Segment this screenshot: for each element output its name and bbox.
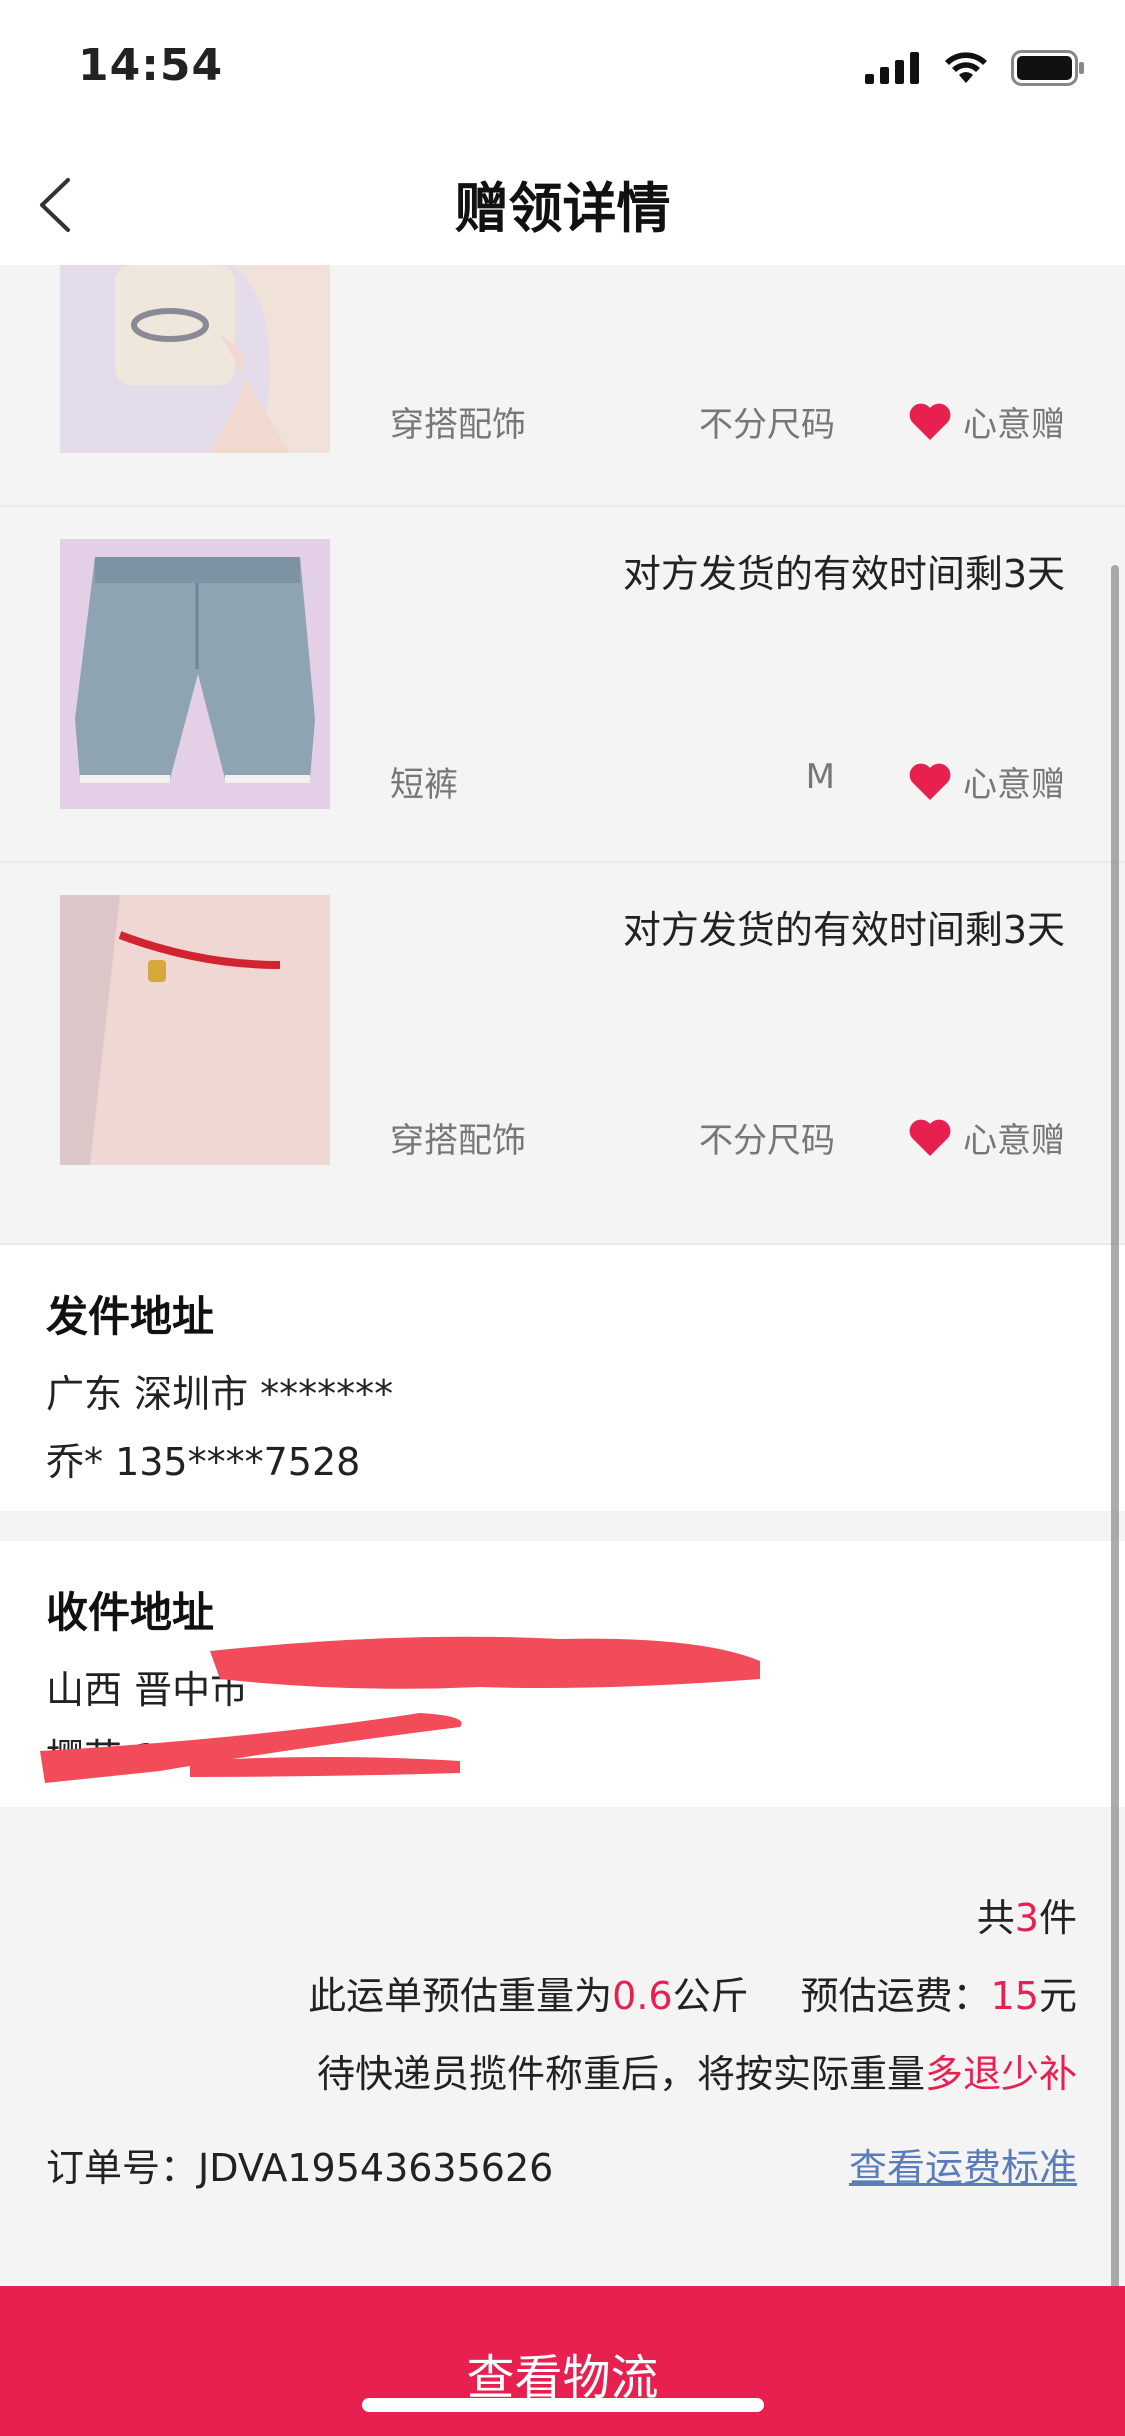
sender-heading: 发件地址 (46, 1292, 215, 1341)
weight-fee-line: 此运单预估重量为0.6公斤 预估运费：15元 (308, 1974, 1077, 2018)
fee-standard-link[interactable]: 查看运费标准 (849, 2137, 1077, 2192)
content: 穿搭配饰 不分尺码 心意赠 对方发货的有效时间剩3天 短裤 M 心意赠 对方发货… (0, 265, 1125, 2277)
item-badge: 心意赠 (907, 757, 1065, 806)
view-logistics-button[interactable]: 查看物流 (0, 2286, 1125, 2436)
sender-address: 发件地址 广东 深圳市 ******* 乔* 135****7528 (0, 1245, 1125, 1511)
weight-value: 0.6 (612, 1974, 673, 2018)
refund-note: 多退少补 (924, 2052, 1077, 2096)
item-count-value: 3 (1014, 1896, 1039, 1940)
home-indicator[interactable] (362, 2398, 764, 2412)
item-badge-label: 心意赠 (963, 405, 1065, 445)
heart-icon (909, 763, 951, 800)
gift-item[interactable]: 对方发货的有效时间剩3天 短裤 M 心意赠 (0, 507, 1125, 863)
heart-icon (909, 1119, 951, 1156)
item-image-bracelet (60, 895, 330, 1165)
receiver-address: 收件地址 山西 晋中市 樱花 1 (0, 1541, 1125, 1807)
sender-contact: 乔* 135****7528 (46, 1440, 361, 1484)
sender-region: 广东 深圳市 ******* (46, 1372, 394, 1416)
item-size: 不分尺码 (699, 405, 835, 445)
gift-item[interactable]: 穿搭配饰 不分尺码 心意赠 (0, 265, 1125, 507)
status-icons (865, 50, 1085, 86)
order-summary: 共3件 此运单预估重量为0.6公斤 预估运费：15元 待快递员揽件称重后，将按实际… (0, 1807, 1125, 2277)
status-bar: 14:54 (0, 0, 1125, 140)
item-badge: 心意赠 (907, 397, 1065, 446)
gift-item[interactable]: 对方发货的有效时间剩3天 穿搭配饰 不分尺码 心意赠 (0, 863, 1125, 1245)
ship-deadline: 对方发货的有效时间剩3天 (622, 552, 1065, 596)
battery-icon (1011, 50, 1084, 86)
ship-deadline: 对方发货的有效时间剩3天 (622, 908, 1065, 952)
item-count: 共3件 (976, 1896, 1077, 1940)
item-category: 短裤 (390, 765, 458, 805)
item-size: M (805, 757, 835, 797)
heart-icon (909, 403, 951, 440)
item-size: 不分尺码 (699, 1121, 835, 1161)
page-title: 赠领详情 (454, 177, 671, 240)
cellular-signal-icon (865, 52, 919, 84)
redaction-scribble (40, 1636, 760, 1783)
item-badge: 心意赠 (907, 1113, 1065, 1162)
item-badge-label: 心意赠 (963, 1121, 1065, 1161)
weight-note: 待快递员揽件称重后，将按实际重量多退少补 (316, 2052, 1077, 2096)
fee-value: 15 (990, 1974, 1039, 2018)
item-badge-label: 心意赠 (963, 765, 1065, 805)
item-category: 穿搭配饰 (390, 405, 526, 445)
scrollbar[interactable] (1111, 565, 1119, 2330)
item-image-ring (60, 265, 330, 453)
wifi-icon (945, 52, 987, 83)
order-number: 订单号：JDVA19543635626 (46, 2146, 554, 2190)
nav-bar: 赠领详情 (0, 140, 1125, 266)
status-time: 14:54 (78, 40, 224, 91)
item-image-shorts (60, 539, 330, 809)
item-category: 穿搭配饰 (390, 1121, 526, 1161)
